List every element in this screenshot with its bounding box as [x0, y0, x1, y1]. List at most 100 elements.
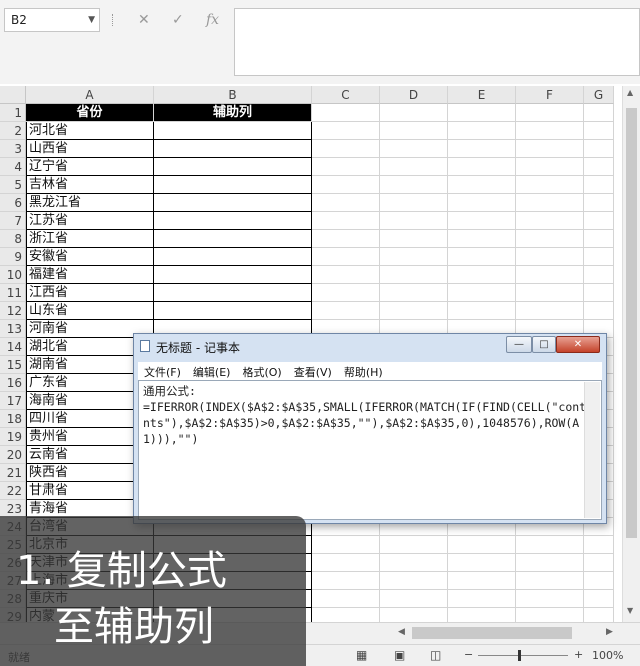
confirm-icon[interactable]: ✓ — [172, 8, 184, 32]
cell[interactable] — [312, 140, 380, 158]
vertical-scrollbar[interactable]: ▲ ▼ — [622, 86, 640, 622]
province-cell[interactable]: 浙江省 — [26, 230, 154, 248]
cell[interactable] — [312, 104, 380, 122]
cell[interactable] — [516, 176, 584, 194]
cell[interactable] — [380, 302, 448, 320]
formula-input[interactable] — [234, 8, 640, 76]
cell[interactable] — [516, 140, 584, 158]
cell[interactable] — [516, 230, 584, 248]
column-header[interactable]: F — [516, 86, 584, 104]
cell[interactable] — [380, 554, 448, 572]
cancel-icon[interactable]: ✕ — [138, 8, 150, 32]
menu-view[interactable]: 查看(V) — [288, 362, 338, 382]
cell[interactable] — [448, 230, 516, 248]
menu-edit[interactable]: 编辑(E) — [187, 362, 237, 382]
cell[interactable] — [584, 230, 614, 248]
row-header[interactable]: 14 — [0, 338, 26, 356]
name-box[interactable]: B2 ▼ — [4, 8, 100, 32]
cell[interactable] — [312, 158, 380, 176]
minimize-button[interactable]: — — [506, 336, 532, 353]
column-header[interactable]: E — [448, 86, 516, 104]
cell[interactable] — [380, 248, 448, 266]
cell[interactable] — [448, 590, 516, 608]
menu-file[interactable]: 文件(F) — [138, 362, 187, 382]
cell[interactable] — [584, 554, 614, 572]
row-header[interactable]: 22 — [0, 482, 26, 500]
cell[interactable] — [448, 140, 516, 158]
province-cell[interactable]: 辽宁省 — [26, 158, 154, 176]
helper-cell[interactable] — [154, 248, 312, 266]
cell[interactable] — [448, 302, 516, 320]
cell[interactable] — [448, 284, 516, 302]
close-button[interactable]: ✕ — [556, 336, 600, 353]
page-layout-icon[interactable]: ▣ — [394, 648, 405, 662]
cell[interactable] — [312, 248, 380, 266]
cell[interactable] — [448, 122, 516, 140]
cell[interactable] — [312, 194, 380, 212]
cell[interactable] — [448, 572, 516, 590]
cell[interactable] — [312, 572, 380, 590]
row-header[interactable]: 7 — [0, 212, 26, 230]
header-cell-helper[interactable]: 辅助列 — [154, 104, 312, 122]
helper-cell[interactable] — [154, 212, 312, 230]
page-break-icon[interactable]: ◫ — [430, 648, 441, 662]
cell[interactable] — [584, 212, 614, 230]
helper-cell[interactable] — [154, 176, 312, 194]
helper-cell[interactable] — [154, 194, 312, 212]
header-cell-province[interactable]: 省份 — [26, 104, 154, 122]
cell[interactable] — [448, 554, 516, 572]
row-header[interactable]: 6 — [0, 194, 26, 212]
cell[interactable] — [312, 176, 380, 194]
cell[interactable] — [516, 104, 584, 122]
column-header[interactable]: C — [312, 86, 380, 104]
column-header[interactable]: D — [380, 86, 448, 104]
cell[interactable] — [584, 248, 614, 266]
province-cell[interactable]: 山西省 — [26, 140, 154, 158]
cell[interactable] — [584, 266, 614, 284]
scroll-right-icon[interactable]: ▶ — [606, 627, 613, 637]
row-header[interactable]: 8 — [0, 230, 26, 248]
row-header[interactable]: 20 — [0, 446, 26, 464]
scroll-up-icon[interactable]: ▲ — [627, 88, 633, 97]
cell[interactable] — [380, 266, 448, 284]
zoom-slider[interactable] — [478, 655, 568, 656]
cell[interactable] — [312, 284, 380, 302]
cell[interactable] — [584, 122, 614, 140]
cell[interactable] — [380, 194, 448, 212]
maximize-button[interactable]: □ — [532, 336, 556, 353]
chevron-down-icon[interactable]: ▼ — [88, 9, 95, 31]
cell[interactable] — [516, 266, 584, 284]
province-cell[interactable]: 黑龙江省 — [26, 194, 154, 212]
h-scroll-thumb[interactable] — [412, 627, 572, 639]
cell[interactable] — [448, 248, 516, 266]
cell[interactable] — [516, 572, 584, 590]
helper-cell[interactable] — [154, 140, 312, 158]
province-cell[interactable]: 吉林省 — [26, 176, 154, 194]
cell[interactable] — [380, 140, 448, 158]
row-header[interactable]: 3 — [0, 140, 26, 158]
province-cell[interactable]: 河北省 — [26, 122, 154, 140]
cell[interactable] — [584, 284, 614, 302]
column-header[interactable]: A — [26, 86, 154, 104]
province-cell[interactable]: 江苏省 — [26, 212, 154, 230]
cell[interactable] — [312, 536, 380, 554]
cell[interactable] — [448, 176, 516, 194]
row-header[interactable]: 9 — [0, 248, 26, 266]
helper-cell[interactable] — [154, 266, 312, 284]
cell[interactable] — [448, 266, 516, 284]
row-header[interactable]: 10 — [0, 266, 26, 284]
row-header[interactable]: 2 — [0, 122, 26, 140]
cell[interactable] — [516, 122, 584, 140]
cell[interactable] — [584, 572, 614, 590]
cell[interactable] — [516, 212, 584, 230]
column-header[interactable]: G — [584, 86, 614, 104]
row-header[interactable]: 17 — [0, 392, 26, 410]
notepad-window[interactable]: 无标题 - 记事本 — □ ✕ 文件(F) 编辑(E) 格式(O) 查看(V) 帮助(H… — [133, 333, 607, 524]
scroll-down-icon[interactable]: ▼ — [627, 606, 633, 615]
helper-cell[interactable] — [154, 302, 312, 320]
cell[interactable] — [584, 302, 614, 320]
row-header[interactable]: 5 — [0, 176, 26, 194]
cell[interactable] — [448, 536, 516, 554]
cell[interactable] — [380, 572, 448, 590]
helper-cell[interactable] — [154, 122, 312, 140]
